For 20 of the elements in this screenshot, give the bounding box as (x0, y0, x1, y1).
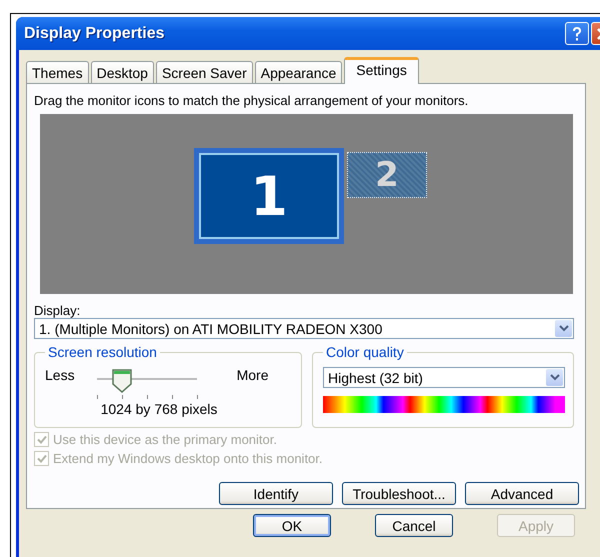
resolution-reading: 1024 by 768 pixels (100, 401, 218, 417)
display-dropdown[interactable]: 1. (Multiple Monitors) on ATI MOBILITY RADEON X300 (34, 318, 574, 339)
color-quality-dropdown[interactable]: Highest (32 bit) (323, 367, 565, 388)
tab[interactable]: Settings (344, 57, 419, 84)
dialog-button[interactable]: Troubleshoot... (342, 482, 456, 505)
instruction-text: Drag the monitor icons to match the physical arrangement of your monitors. (34, 93, 470, 108)
display-label: Display: (34, 303, 82, 318)
dialog-button[interactable]: OK (253, 514, 331, 537)
dialog-button[interactable]: Cancel (375, 514, 453, 537)
tab[interactable]: Themes (26, 61, 89, 83)
slider-min-label: Less (45, 367, 75, 383)
group-title: Screen resolution (45, 344, 160, 360)
group-title: Color quality (323, 344, 407, 360)
slider-max-label: More (236, 367, 268, 383)
window-title: Display Properties (24, 24, 166, 42)
tab[interactable]: Desktop (90, 61, 154, 83)
tab[interactable]: Appearance (254, 61, 342, 83)
dialog-button[interactable]: Identify (219, 482, 333, 505)
tab[interactable]: Screen Saver (156, 61, 253, 83)
dialog-button[interactable]: Advanced (465, 482, 579, 505)
